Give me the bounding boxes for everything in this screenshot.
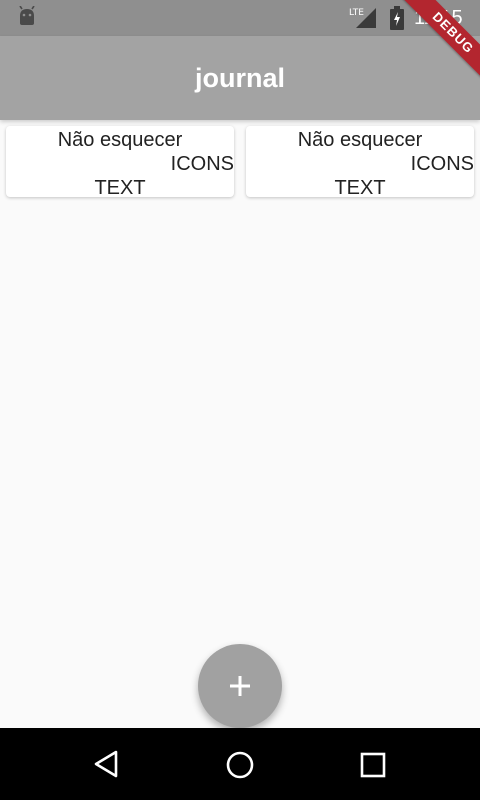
- battery-charging-icon: [390, 6, 404, 30]
- cards-grid: Não esquecer ICONS TEXT Não esquecer ICO…: [6, 126, 474, 199]
- journal-card[interactable]: Não esquecer ICONS TEXT: [246, 126, 474, 199]
- system-navigation-bar: [0, 728, 480, 800]
- card-text: TEXT: [334, 177, 386, 199]
- status-bar: LTE 11:15: [0, 0, 480, 36]
- recents-icon[interactable]: [360, 752, 386, 778]
- android-icon: [19, 6, 35, 25]
- add-entry-button[interactable]: [198, 644, 282, 728]
- page-title: journal: [194, 63, 285, 93]
- journal-card[interactable]: Não esquecer ICONS TEXT: [6, 126, 234, 199]
- card-icons-label: ICONS: [410, 153, 474, 175]
- card-text: TEXT: [94, 177, 146, 199]
- lte-signal-icon: LTE: [349, 8, 376, 28]
- card-icons-label: ICONS: [170, 153, 234, 175]
- card-title: Não esquecer: [297, 129, 423, 151]
- plus-icon: [230, 676, 250, 696]
- home-icon[interactable]: [225, 750, 255, 780]
- app-screen: LTE 11:15 journal DEBUG Não esquecer ICO…: [0, 0, 480, 800]
- back-icon[interactable]: [92, 750, 120, 778]
- svg-text:LTE: LTE: [349, 8, 364, 18]
- card-title: Não esquecer: [57, 129, 183, 151]
- app-bar: journal: [0, 36, 480, 120]
